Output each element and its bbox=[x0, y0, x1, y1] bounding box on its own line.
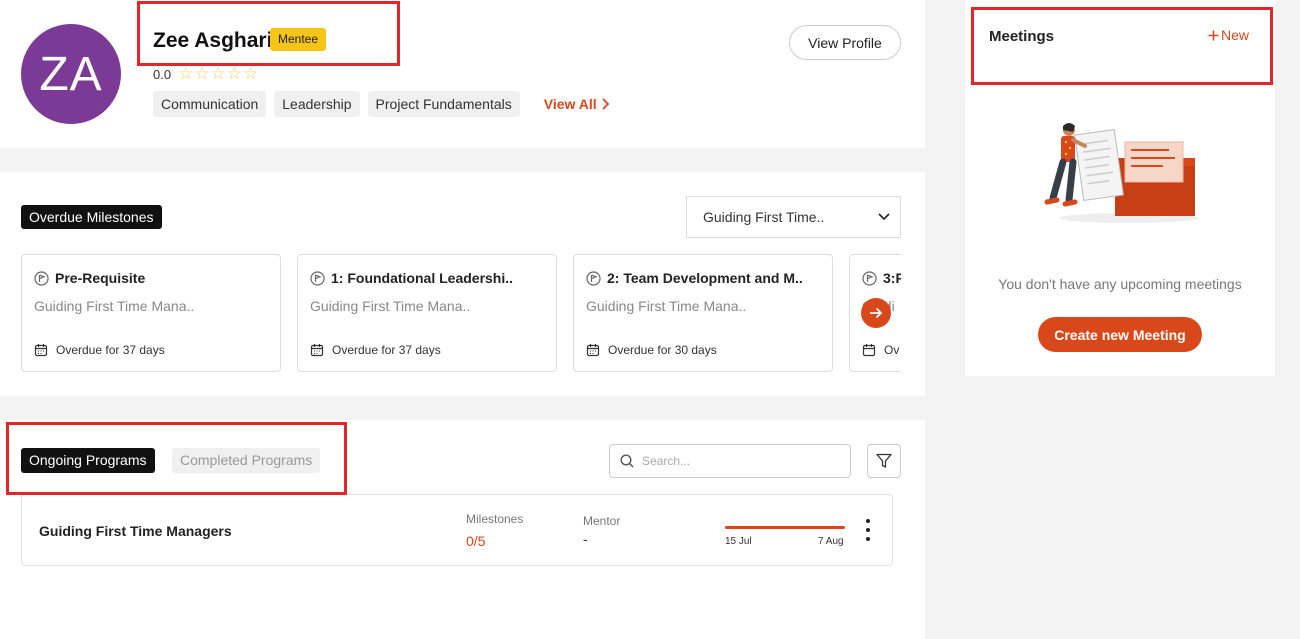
milestone-due: Overdue for 37 days bbox=[332, 343, 441, 357]
search-input[interactable] bbox=[642, 454, 832, 468]
overdue-milestones-header: Overdue Milestones bbox=[21, 205, 162, 229]
flag-icon bbox=[34, 270, 49, 286]
mentor-value: - bbox=[583, 531, 588, 547]
arrow-right-icon bbox=[870, 307, 883, 319]
milestone-program: Guiding First Time Mana.. bbox=[34, 298, 195, 314]
milestone-card[interactable]: 2: Team Development and M.. Guiding Firs… bbox=[573, 254, 833, 372]
filter-icon bbox=[876, 453, 892, 468]
milestone-title: 3:P bbox=[883, 270, 901, 286]
timeline-bar bbox=[725, 526, 845, 529]
skill-tag: Communication bbox=[153, 91, 267, 117]
no-meetings-message: You don't have any upcoming meetings bbox=[998, 276, 1242, 292]
skill-tag: Project Fundamentals bbox=[367, 91, 520, 117]
meetings-card: Meetings New You don't have any upcoming… bbox=[965, 0, 1275, 376]
milestone-card[interactable]: 1: Foundational Leadershi.. Guiding Firs… bbox=[297, 254, 557, 372]
new-meeting-link[interactable]: New bbox=[1208, 27, 1249, 43]
flag-icon bbox=[862, 270, 877, 286]
new-meeting-label: New bbox=[1221, 27, 1250, 43]
view-profile-button[interactable]: View Profile bbox=[789, 25, 901, 60]
view-all-label: View All bbox=[543, 96, 597, 112]
search-icon bbox=[620, 454, 634, 468]
milestone-title: 2: Team Development and M.. bbox=[607, 270, 803, 286]
milestone-program: Guiding First Time Mana.. bbox=[310, 298, 471, 314]
program-select[interactable]: Guiding First Time.. bbox=[686, 196, 901, 238]
skill-tags: Communication Leadership Project Fundame… bbox=[153, 91, 609, 117]
view-all-link[interactable]: View All bbox=[544, 96, 609, 112]
rating: 0.0 ☆☆☆☆☆ bbox=[153, 64, 259, 84]
empty-meetings-illustration bbox=[1044, 123, 1199, 223]
create-meeting-button[interactable]: Create new Meeting bbox=[1038, 317, 1202, 352]
milestones-count: 0/5 bbox=[466, 533, 486, 549]
calendar-icon bbox=[862, 344, 876, 357]
profile-card: ZA Zee Asghari Mentee 0.0 ☆☆☆☆☆ Communic… bbox=[0, 0, 925, 148]
overdue-milestones-card: Overdue Milestones Guiding First Time.. … bbox=[0, 172, 925, 396]
end-date: 7 Aug bbox=[818, 536, 844, 547]
milestones-label: Milestones bbox=[466, 512, 524, 526]
milestone-due: Overdue for 30 days bbox=[608, 343, 717, 357]
plus-icon bbox=[1208, 30, 1219, 40]
program-search[interactable] bbox=[609, 444, 851, 478]
program-row[interactable]: Guiding First Time Managers Milestones 0… bbox=[21, 494, 893, 566]
tab-completed-programs[interactable]: Completed Programs bbox=[172, 448, 321, 473]
flag-icon bbox=[310, 270, 325, 286]
program-select-value: Guiding First Time.. bbox=[703, 209, 825, 225]
calendar-icon bbox=[34, 344, 48, 357]
star-rating-icon[interactable]: ☆☆☆☆☆ bbox=[178, 64, 259, 84]
milestone-due: Overdue for 37 days bbox=[56, 343, 165, 357]
calendar-icon bbox=[586, 344, 600, 357]
flag-icon bbox=[586, 270, 601, 286]
milestone-title: Pre-Requisite bbox=[55, 270, 146, 286]
filter-button[interactable] bbox=[867, 444, 901, 478]
user-name: Zee Asghari bbox=[153, 29, 273, 52]
more-options-icon[interactable] bbox=[860, 519, 876, 541]
milestone-card[interactable]: Pre-Requisite Guiding First Time Mana.. … bbox=[21, 254, 281, 372]
avatar[interactable]: ZA bbox=[21, 24, 121, 124]
meetings-title: Meetings bbox=[989, 28, 1055, 45]
programs-card: Ongoing Programs Completed Programs Guid… bbox=[0, 420, 925, 639]
milestone-title: 1: Foundational Leadershi.. bbox=[331, 270, 514, 286]
calendar-icon bbox=[310, 344, 324, 357]
skill-tag: Leadership bbox=[274, 91, 360, 117]
mentor-label: Mentor bbox=[583, 514, 621, 528]
program-name: Guiding First Time Managers bbox=[39, 523, 232, 539]
chevron-down-icon bbox=[878, 213, 890, 221]
scroll-next-button[interactable] bbox=[861, 298, 891, 328]
rating-value: 0.0 bbox=[153, 66, 172, 82]
start-date: 15 Jul bbox=[725, 536, 752, 547]
role-badge: Mentee bbox=[270, 28, 327, 51]
tab-ongoing-programs[interactable]: Ongoing Programs bbox=[21, 448, 155, 473]
chevron-right-icon bbox=[602, 98, 609, 110]
milestone-due: Ov bbox=[884, 343, 900, 357]
milestone-program: Guiding First Time Mana.. bbox=[586, 298, 747, 314]
